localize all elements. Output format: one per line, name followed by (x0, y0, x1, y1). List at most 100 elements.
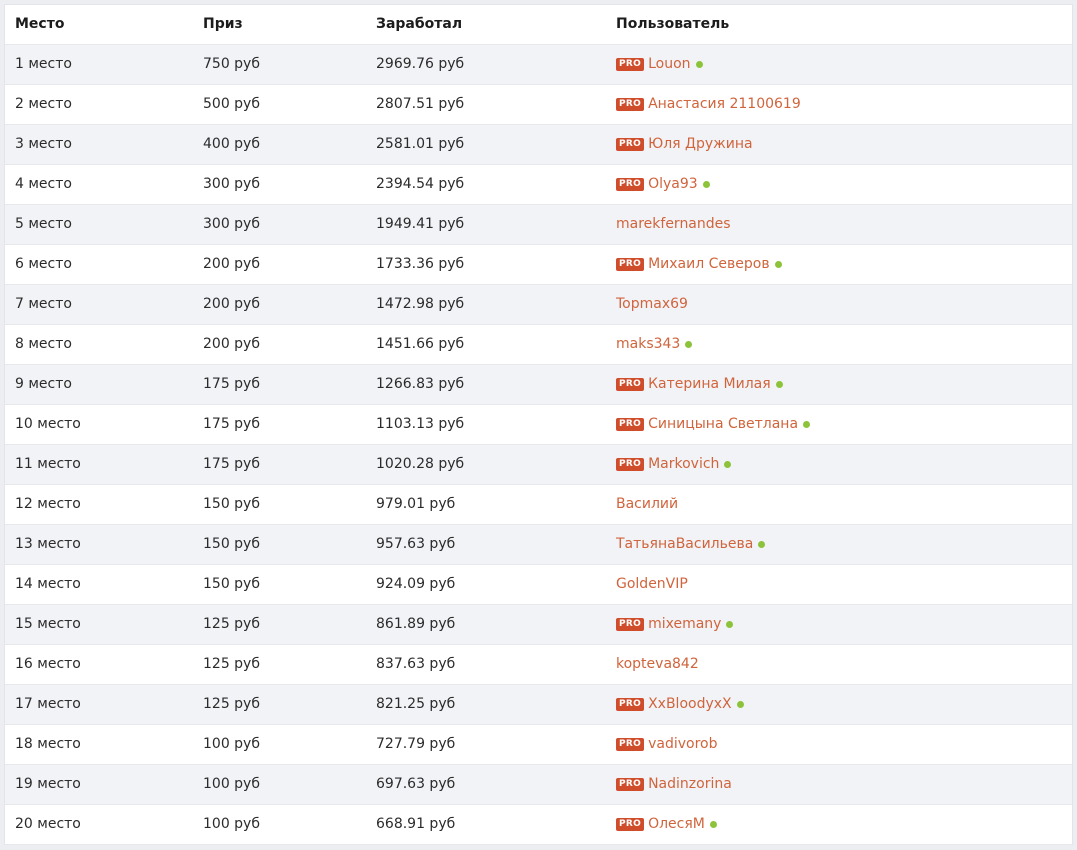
user-cell: maks343 (616, 325, 693, 364)
username-link[interactable]: ОлесяМ (648, 805, 705, 844)
online-status-icon (736, 701, 744, 708)
prize-cell: 200 руб (203, 256, 260, 272)
table-row: 13 место 150 руб 957.63 руб ТатьянаВасильев… (5, 525, 1072, 565)
username-link[interactable]: Olya93 (648, 165, 698, 204)
user-cell: marekfernandes (616, 205, 731, 244)
prize-cell: 100 руб (203, 816, 260, 832)
place-cell: 1 место (15, 56, 72, 72)
online-status-icon (724, 461, 732, 468)
pro-badge: PRO (616, 618, 645, 631)
username-link[interactable]: Синицына Светлана (648, 405, 798, 444)
prize-cell: 150 руб (203, 576, 260, 592)
table-row: 1 место 750 руб 2969.76 руб PRO Louon (5, 45, 1072, 85)
user-cell: PRO Михаил Северов (616, 245, 782, 284)
username-link[interactable]: Юля Дружина (648, 125, 753, 164)
leaderboard-table: Место Приз Заработал Пользователь 1 мест… (4, 4, 1073, 845)
pro-badge: PRO (616, 378, 645, 391)
prize-cell: 175 руб (203, 456, 260, 472)
earned-cell: 1949.41 руб (376, 216, 465, 232)
place-cell: 8 место (15, 336, 72, 352)
username-link[interactable]: marekfernandes (616, 205, 731, 244)
username-link[interactable]: Nadinzorina (648, 765, 732, 804)
table-row: 5 место 300 руб 1949.41 руб marekfernandes (5, 205, 1072, 245)
prize-cell: 100 руб (203, 776, 260, 792)
earned-cell: 2807.51 руб (376, 96, 465, 112)
earned-cell: 979.01 руб (376, 496, 456, 512)
prize-cell: 100 руб (203, 736, 260, 752)
place-cell: 6 место (15, 256, 72, 272)
place-cell: 11 место (15, 456, 81, 472)
username-link[interactable]: Louon (648, 45, 690, 84)
online-status-icon (709, 821, 717, 828)
place-cell: 19 место (15, 776, 81, 792)
table-row: 11 место 175 руб 1020.28 руб PRO Markovich (5, 445, 1072, 485)
pro-badge: PRO (616, 698, 645, 711)
pro-badge: PRO (616, 258, 645, 271)
table-row: 20 место 100 руб 668.91 руб PRO ОлесяМ (5, 805, 1072, 845)
place-cell: 9 место (15, 376, 72, 392)
user-cell: kopteva842 (616, 645, 699, 684)
username-link[interactable]: Topmax69 (616, 285, 688, 324)
prize-cell: 500 руб (203, 96, 260, 112)
prize-cell: 150 руб (203, 496, 260, 512)
username-link[interactable]: vadivorob (648, 725, 717, 764)
pro-badge: PRO (616, 778, 645, 791)
username-link[interactable]: Михаил Северов (648, 245, 770, 284)
earned-cell: 861.89 руб (376, 616, 456, 632)
earned-cell: 821.25 руб (376, 696, 456, 712)
earned-cell: 1733.36 руб (376, 256, 465, 272)
place-cell: 5 место (15, 216, 72, 232)
earned-cell: 837.63 руб (376, 656, 456, 672)
user-cell: PRO XxBloodyxX (616, 685, 744, 724)
table-row: 17 место 125 руб 821.25 руб PRO XxBloodyxX (5, 685, 1072, 725)
earned-cell: 1103.13 руб (376, 416, 465, 432)
username-link[interactable]: XxBloodyxX (648, 685, 732, 724)
pro-badge: PRO (616, 98, 645, 111)
pro-badge: PRO (616, 178, 645, 191)
username-link[interactable]: Василий (616, 485, 678, 524)
header-prize: Приз (203, 16, 243, 32)
online-status-icon (695, 61, 703, 68)
prize-cell: 300 руб (203, 216, 260, 232)
pro-badge: PRO (616, 418, 645, 431)
username-link[interactable]: ТатьянаВасильева (616, 525, 753, 564)
earned-cell: 1020.28 руб (376, 456, 465, 472)
username-link[interactable]: mixemany (648, 605, 721, 644)
user-cell: PRO Louon (616, 45, 703, 84)
pro-badge: PRO (616, 818, 645, 831)
place-cell: 10 место (15, 416, 81, 432)
username-link[interactable]: GoldenVIP (616, 565, 688, 604)
online-status-icon (774, 261, 782, 268)
table-row: 3 место 400 руб 2581.01 руб PRO Юля Дружина (5, 125, 1072, 165)
place-cell: 15 место (15, 616, 81, 632)
table-row: 18 место 100 руб 727.79 руб PRO vadivorob (5, 725, 1072, 765)
table-row: 10 место 175 руб 1103.13 руб PRO Синицына Св… (5, 405, 1072, 445)
prize-cell: 300 руб (203, 176, 260, 192)
username-link[interactable]: Анастасия 21100619 (648, 85, 801, 124)
place-cell: 20 место (15, 816, 81, 832)
earned-cell: 2969.76 руб (376, 56, 465, 72)
username-link[interactable]: kopteva842 (616, 645, 699, 684)
username-link[interactable]: maks343 (616, 325, 680, 364)
earned-cell: 1451.66 руб (376, 336, 465, 352)
user-cell: PRO Olya93 (616, 165, 710, 204)
prize-cell: 125 руб (203, 696, 260, 712)
user-cell: PRO Nadinzorina (616, 765, 732, 804)
header-earned: Заработал (376, 16, 463, 32)
username-link[interactable]: Markovich (648, 445, 719, 484)
table-row: 7 место 200 руб 1472.98 руб Topmax69 (5, 285, 1072, 325)
prize-cell: 125 руб (203, 616, 260, 632)
pro-badge: PRO (616, 458, 645, 471)
user-cell: Василий (616, 485, 678, 524)
user-cell: PRO vadivorob (616, 725, 717, 764)
table-row: 16 место 125 руб 837.63 руб kopteva842 (5, 645, 1072, 685)
table-header: Место Приз Заработал Пользователь (5, 5, 1072, 45)
earned-cell: 1472.98 руб (376, 296, 465, 312)
place-cell: 7 место (15, 296, 72, 312)
earned-cell: 668.91 руб (376, 816, 456, 832)
prize-cell: 175 руб (203, 376, 260, 392)
user-cell: PRO Синицына Светлана (616, 405, 811, 444)
username-link[interactable]: Катерина Милая (648, 365, 771, 404)
user-cell: PRO Катерина Милая (616, 365, 783, 404)
table-row: 6 место 200 руб 1733.36 руб PRO Михаил Север… (5, 245, 1072, 285)
